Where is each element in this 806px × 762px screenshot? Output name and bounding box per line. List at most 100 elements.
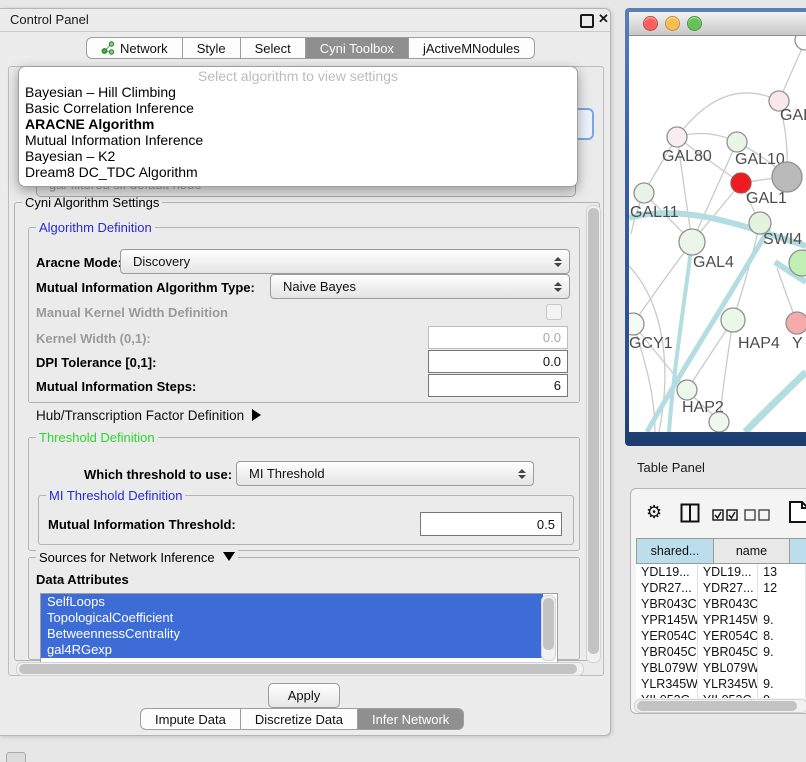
float-window-icon[interactable] bbox=[580, 14, 594, 28]
table-cell bbox=[758, 596, 806, 612]
table-row[interactable]: YLR345WYLR345W9. bbox=[636, 676, 806, 692]
tab-infer-network[interactable]: Infer Network bbox=[358, 708, 464, 730]
table-cell: 9. bbox=[758, 612, 806, 628]
attribute-item-topologicalcoefficient[interactable]: TopologicalCoefficient bbox=[41, 610, 543, 626]
aracne-mode-combo[interactable]: Discovery bbox=[120, 249, 570, 274]
scrollbar-thumb[interactable] bbox=[19, 664, 577, 674]
tab-style[interactable]: Style bbox=[183, 37, 241, 59]
sources-group-toggle[interactable]: Sources for Network Inference bbox=[36, 550, 238, 565]
scrollbar-thumb[interactable] bbox=[637, 701, 797, 711]
attribute-item-gal4rgexp[interactable]: gal4RGexp bbox=[41, 642, 543, 658]
combo-stepper-icon bbox=[554, 282, 562, 292]
which-threshold-label: Which threshold to use: bbox=[84, 467, 232, 482]
mi-threshold-label: Mutual Information Threshold: bbox=[48, 517, 236, 532]
control-panel-title: Control Panel bbox=[10, 12, 89, 27]
node-label-gal80: GAL80 bbox=[662, 148, 712, 165]
page-icon[interactable] bbox=[788, 500, 806, 524]
node-gal80[interactable] bbox=[667, 127, 687, 147]
unchecked-checkboxes-icon[interactable] bbox=[744, 509, 770, 521]
combo-stepper-icon bbox=[518, 469, 526, 479]
algorithm-item-mutual-information-inference[interactable]: Mutual Information Inference bbox=[19, 132, 577, 148]
mi-steps-field[interactable]: 6 bbox=[428, 374, 568, 397]
attribute-item-betweennesscentrality[interactable]: BetweennessCentrality bbox=[41, 626, 543, 642]
algorithm-item-bayesian-k2[interactable]: Bayesian – K2 bbox=[19, 148, 577, 164]
settings-vertical-scrollbar[interactable] bbox=[586, 205, 601, 663]
algorithm-popup-placeholder: Select algorithm to view settings bbox=[19, 69, 577, 84]
attribute-item-selfloops[interactable]: SelfLoops bbox=[41, 594, 543, 610]
close-icon[interactable]: ✕ bbox=[598, 11, 609, 27]
node-hap4[interactable] bbox=[721, 308, 745, 332]
table-row[interactable]: YER054CYER054C8. bbox=[636, 628, 806, 644]
algorithm-item-basic-correlation-inference[interactable]: Basic Correlation Inference bbox=[19, 100, 577, 116]
mi-algorithm-type-combo[interactable]: Naive Bayes bbox=[270, 274, 570, 299]
close-traffic-icon[interactable] bbox=[643, 16, 658, 31]
node-hap2[interactable] bbox=[677, 380, 697, 400]
data-attributes-list: SelfLoopsTopologicalCoefficientBetweenne… bbox=[40, 593, 558, 663]
table-row[interactable]: YDR27...YDR27...12 bbox=[636, 580, 806, 596]
table-row[interactable]: YBR045CYBR045C9. bbox=[636, 644, 806, 660]
node-label-gal11: GAL11 bbox=[630, 204, 679, 221]
apply-button[interactable]: Apply bbox=[268, 683, 340, 708]
minimized-panel-chip[interactable] bbox=[6, 752, 26, 762]
tab-impute-data[interactable]: Impute Data bbox=[140, 708, 241, 730]
node-gray-node[interactable] bbox=[772, 162, 802, 192]
collapse-down-icon bbox=[223, 552, 235, 561]
node-gal11[interactable] bbox=[634, 183, 654, 203]
table-cell: YLR345W bbox=[698, 676, 758, 692]
node-bottom-partial[interactable] bbox=[709, 412, 729, 432]
split-columns-icon[interactable] bbox=[680, 503, 700, 523]
attribute-list-scrollbar[interactable] bbox=[541, 595, 556, 661]
tab-label: Network bbox=[120, 41, 168, 56]
zoom-traffic-icon[interactable] bbox=[687, 16, 702, 31]
settings-horizontal-scrollbar[interactable] bbox=[16, 662, 584, 676]
which-threshold-combo[interactable]: MI Threshold bbox=[236, 461, 534, 486]
table-row[interactable]: YPR145WYPR145W9. bbox=[636, 612, 806, 628]
tab-jactivemnodules[interactable]: jActiveMNodules bbox=[409, 37, 535, 59]
mi-threshold-field[interactable]: 0.5 bbox=[420, 512, 562, 536]
table-cell: 9 bbox=[758, 692, 806, 698]
tab-label: jActiveMNodules bbox=[423, 41, 520, 56]
table-row[interactable]: YIL052CYIL052C9 bbox=[636, 692, 806, 698]
column-header-name[interactable]: name bbox=[714, 538, 790, 564]
minimize-traffic-icon[interactable] bbox=[665, 16, 680, 31]
node-top-partial[interactable] bbox=[795, 36, 806, 50]
node-label-hap4: HAP4 bbox=[738, 335, 780, 352]
table-cell: YBR045C bbox=[636, 644, 698, 660]
table-row[interactable]: YBL079WYBL079W bbox=[636, 660, 806, 676]
table-cell bbox=[758, 660, 806, 676]
tab-select[interactable]: Select bbox=[241, 37, 306, 59]
scrollbar-thumb[interactable] bbox=[543, 598, 554, 650]
table-cell: 9. bbox=[758, 676, 806, 692]
dpi-tolerance-field[interactable]: 0.0 bbox=[428, 350, 568, 373]
node-pink-right[interactable] bbox=[786, 312, 806, 334]
tab-label: Style bbox=[197, 41, 226, 56]
node-gal10[interactable] bbox=[727, 132, 747, 152]
table-cell: YBR043C bbox=[636, 596, 698, 612]
gear-icon[interactable]: ⚙ bbox=[646, 502, 662, 523]
hub-section-toggle[interactable]: Hub/Transcription Factor Definition bbox=[36, 408, 261, 423]
algorithm-item-aracne-algorithm[interactable]: ARACNE Algorithm bbox=[19, 116, 577, 132]
checked-checkboxes-icon[interactable] bbox=[712, 509, 738, 521]
node-gal4[interactable] bbox=[679, 229, 705, 255]
tab-cyni-toolbox[interactable]: Cyni Toolbox bbox=[306, 37, 409, 59]
algorithm-item-bayesian-hill-climbing[interactable]: Bayesian – Hill Climbing bbox=[19, 84, 577, 100]
column-header-2[interactable] bbox=[790, 538, 806, 564]
tab-discretize-data[interactable]: Discretize Data bbox=[241, 708, 358, 730]
network-canvas[interactable]: GALGAL80GAL10GAL1GAL11SWI4GAL4GCY1HAP4YH… bbox=[629, 36, 806, 432]
table-row[interactable]: YBR043CYBR043C bbox=[636, 596, 806, 612]
table-horizontal-scrollbar[interactable] bbox=[634, 699, 806, 713]
table-row[interactable]: YDL19...YDL19...13 bbox=[636, 564, 806, 580]
scrollbar-thumb[interactable] bbox=[588, 208, 599, 654]
algorithm-item-dream8-dc-tdc-algorithm[interactable]: Dream8 DC_TDC Algorithm bbox=[19, 164, 577, 180]
network-window-titlebar[interactable] bbox=[629, 12, 806, 36]
tab-network[interactable]: Network bbox=[86, 37, 183, 59]
manual-kernel-checkbox bbox=[546, 304, 562, 320]
control-panel-titlebar[interactable]: Control Panel ✕ bbox=[0, 9, 610, 32]
mi-threshold-group-title: MI Threshold Definition bbox=[46, 488, 185, 503]
network-tab-icon bbox=[101, 41, 115, 55]
control-panel-window: Control Panel ✕ Network Style SelectCyni T… bbox=[0, 8, 611, 736]
table-cell: YPR145W bbox=[698, 612, 758, 628]
table-cell: YDR27... bbox=[698, 580, 758, 596]
node-gcy1[interactable] bbox=[629, 313, 644, 335]
column-header-shared[interactable]: shared... bbox=[636, 538, 714, 564]
